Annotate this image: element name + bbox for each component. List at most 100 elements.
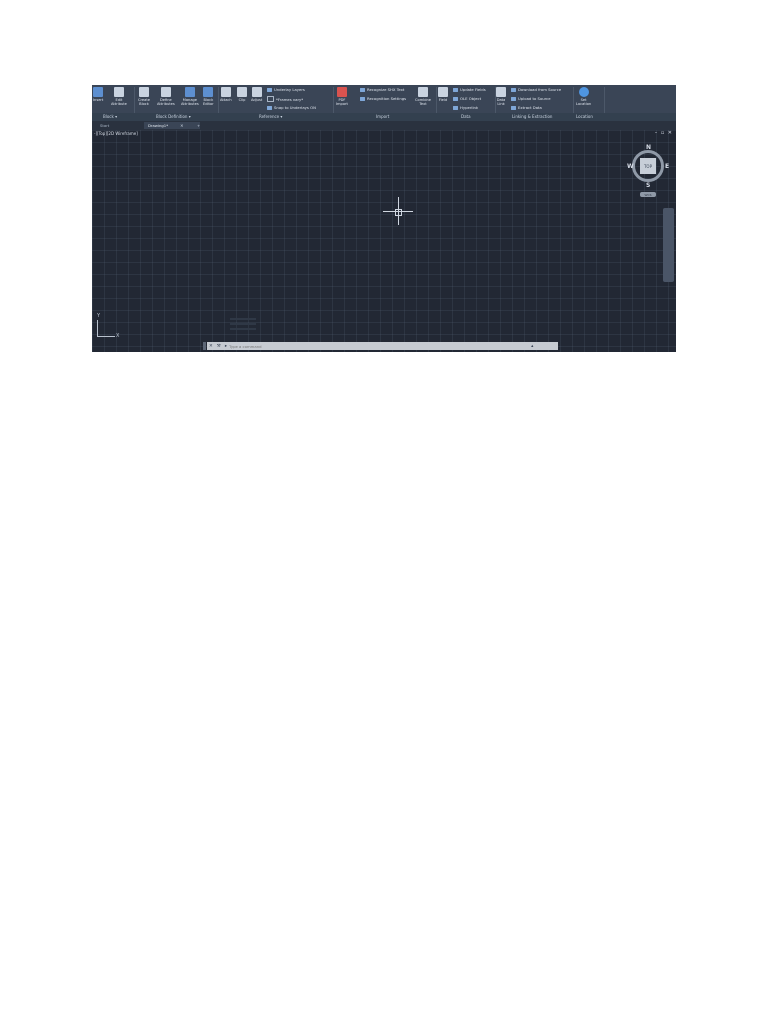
adjust-button[interactable]: Adjust — [251, 87, 262, 102]
insert-button[interactable]: Insert — [93, 87, 103, 102]
upload-icon — [511, 96, 516, 101]
combine-text-icon — [417, 87, 428, 97]
attach-label: Attach — [220, 98, 232, 102]
ucs-icon: Y X — [95, 313, 120, 340]
adjust-label: Adjust — [251, 98, 263, 102]
snap-to-underlays-dropdown[interactable]: Snap to Underlays ON — [267, 105, 316, 110]
set-location-button[interactable]: Set Location — [576, 87, 591, 106]
extract-data-icon — [511, 105, 516, 110]
compass-south[interactable]: S — [646, 182, 650, 189]
hyperlink-label: Hyperlink — [460, 105, 479, 110]
recognition-settings-button[interactable]: Recognition Settings — [360, 96, 406, 101]
block-editor-button[interactable]: Block Editor — [203, 87, 214, 106]
wcs-label: WCS — [644, 192, 652, 197]
create-block-button[interactable]: Create Block — [138, 87, 150, 106]
chevron-up-icon[interactable]: ▴ — [531, 344, 533, 349]
underlay-layers-button[interactable]: Underlay Layers — [267, 87, 305, 92]
ole-object-label: OLE Object — [460, 96, 482, 101]
linking-panel-title: Linking & Extraction — [512, 114, 553, 119]
close-icon[interactable]: ✕ — [209, 344, 213, 349]
define-attributes-icon — [160, 87, 171, 97]
command-history-line — [230, 318, 256, 320]
ribbon-panel-titles: Block ▾ Block Definition ▾ Reference ▾ I… — [92, 113, 676, 121]
hyperlink-button[interactable]: Hyperlink — [453, 105, 478, 110]
attach-icon — [220, 87, 231, 97]
set-location-label: Set Location — [576, 98, 592, 106]
manage-attributes-label: Manage Attributes — [181, 98, 199, 106]
field-button[interactable]: Field — [438, 87, 448, 102]
combine-text-button[interactable]: Combine Text — [415, 87, 431, 106]
field-icon — [438, 87, 448, 97]
define-attributes-button[interactable]: Define Attributes — [157, 87, 175, 106]
define-attributes-label: Define Attributes — [157, 98, 175, 106]
plus-icon: + — [197, 123, 201, 128]
command-input[interactable] — [229, 343, 530, 349]
ole-object-icon — [453, 96, 458, 101]
download-icon — [511, 87, 516, 92]
import-panel-title: Import — [376, 114, 390, 119]
update-fields-button[interactable]: Update Fields — [453, 87, 486, 92]
block-editor-label: Block Editor — [203, 98, 214, 106]
navigation-bar[interactable] — [663, 208, 674, 282]
ucs-x-label: X — [116, 333, 120, 339]
update-fields-label: Update Fields — [460, 87, 486, 92]
pdf-import-button[interactable]: PDF Import — [336, 87, 348, 106]
tab-start-label: Start — [100, 123, 110, 128]
viewcube-top-face[interactable]: TOP — [640, 158, 656, 174]
tab-drawing1-label: Drawing1* — [148, 123, 169, 128]
drawing-viewport[interactable]: -][Top][2D Wireframe] – ▫ ✕ TOP N S E W … — [92, 130, 676, 352]
block-editor-icon — [203, 87, 214, 97]
tab-drawing1[interactable]: Drawing1* ✕ — [144, 122, 200, 129]
frames-vary-dropdown[interactable]: *Frames vary* — [267, 96, 303, 102]
new-tab-button[interactable]: + — [193, 122, 204, 129]
compass-east[interactable]: E — [665, 163, 669, 170]
edit-attribute-button[interactable]: Edit Attribute — [111, 87, 127, 106]
download-from-source-button[interactable]: Download from Source — [511, 87, 561, 92]
wrench-icon[interactable]: ⚒ — [217, 344, 221, 349]
data-link-button[interactable]: Data Link — [496, 87, 506, 106]
ribbon: Insert Edit Attribute Create Block Defin… — [92, 85, 676, 122]
recognition-settings-icon — [360, 96, 365, 101]
block-definition-panel-title[interactable]: Block Definition ▾ — [156, 114, 191, 119]
compass-north[interactable]: N — [646, 144, 651, 151]
reference-panel-title[interactable]: Reference ▾ — [259, 114, 282, 119]
upload-to-source-button[interactable]: Upload to Source — [511, 96, 551, 101]
update-fields-icon — [453, 87, 458, 92]
ucs-y-label: Y — [97, 313, 101, 319]
create-block-label: Create Block — [138, 98, 150, 106]
compass-west[interactable]: W — [627, 163, 634, 170]
block-panel-title[interactable]: Block ▾ — [103, 114, 117, 119]
command-line: ✕ ⚒ ▸ ▴ — [203, 342, 558, 350]
upload-label: Upload to Source — [518, 96, 551, 101]
viewport-controls-label[interactable]: -][Top][2D Wireframe] — [94, 131, 138, 136]
manage-attributes-icon — [184, 87, 195, 97]
combine-text-label: Combine Text — [415, 98, 431, 106]
snap-icon — [267, 105, 272, 110]
ribbon-body: Insert Edit Attribute Create Block Defin… — [92, 85, 676, 119]
viewcube[interactable]: TOP N S E W — [627, 144, 669, 189]
viewport-window-controls[interactable]: – ▫ ✕ — [655, 130, 673, 136]
underlay-layers-label: Underlay Layers — [274, 87, 305, 92]
extract-data-label: Extract Data — [518, 105, 542, 110]
clip-button[interactable]: Clip — [237, 87, 247, 102]
command-line-grip[interactable] — [203, 342, 206, 350]
manage-attributes-button[interactable]: Manage Attributes — [181, 87, 199, 106]
recognition-settings-label: Recognition Settings — [367, 96, 407, 101]
file-tabs-bar: Start Drawing1* ✕ + — [92, 121, 676, 130]
ucs-y-axis — [97, 320, 98, 336]
attach-button[interactable]: Attach — [220, 87, 232, 102]
edit-attribute-label: Edit Attribute — [111, 98, 127, 106]
frames-icon — [267, 96, 274, 102]
extract-data-button[interactable]: Extract Data — [511, 105, 542, 110]
edit-attribute-icon — [113, 87, 124, 97]
clip-label: Clip — [238, 98, 246, 102]
tab-start[interactable]: Start — [96, 122, 113, 129]
recognize-shx-text-button[interactable]: Recognize SHX Text — [360, 87, 404, 92]
ole-object-button[interactable]: OLE Object — [453, 96, 481, 101]
tab-close-icon[interactable]: ✕ — [180, 123, 183, 128]
insert-label: Insert — [93, 98, 104, 102]
recent-commands-icon[interactable]: ▸ — [225, 344, 227, 349]
wcs-menu[interactable]: WCS — [640, 192, 656, 197]
autocad-window: Insert Edit Attribute Create Block Defin… — [92, 85, 676, 352]
command-history-line — [230, 328, 256, 330]
